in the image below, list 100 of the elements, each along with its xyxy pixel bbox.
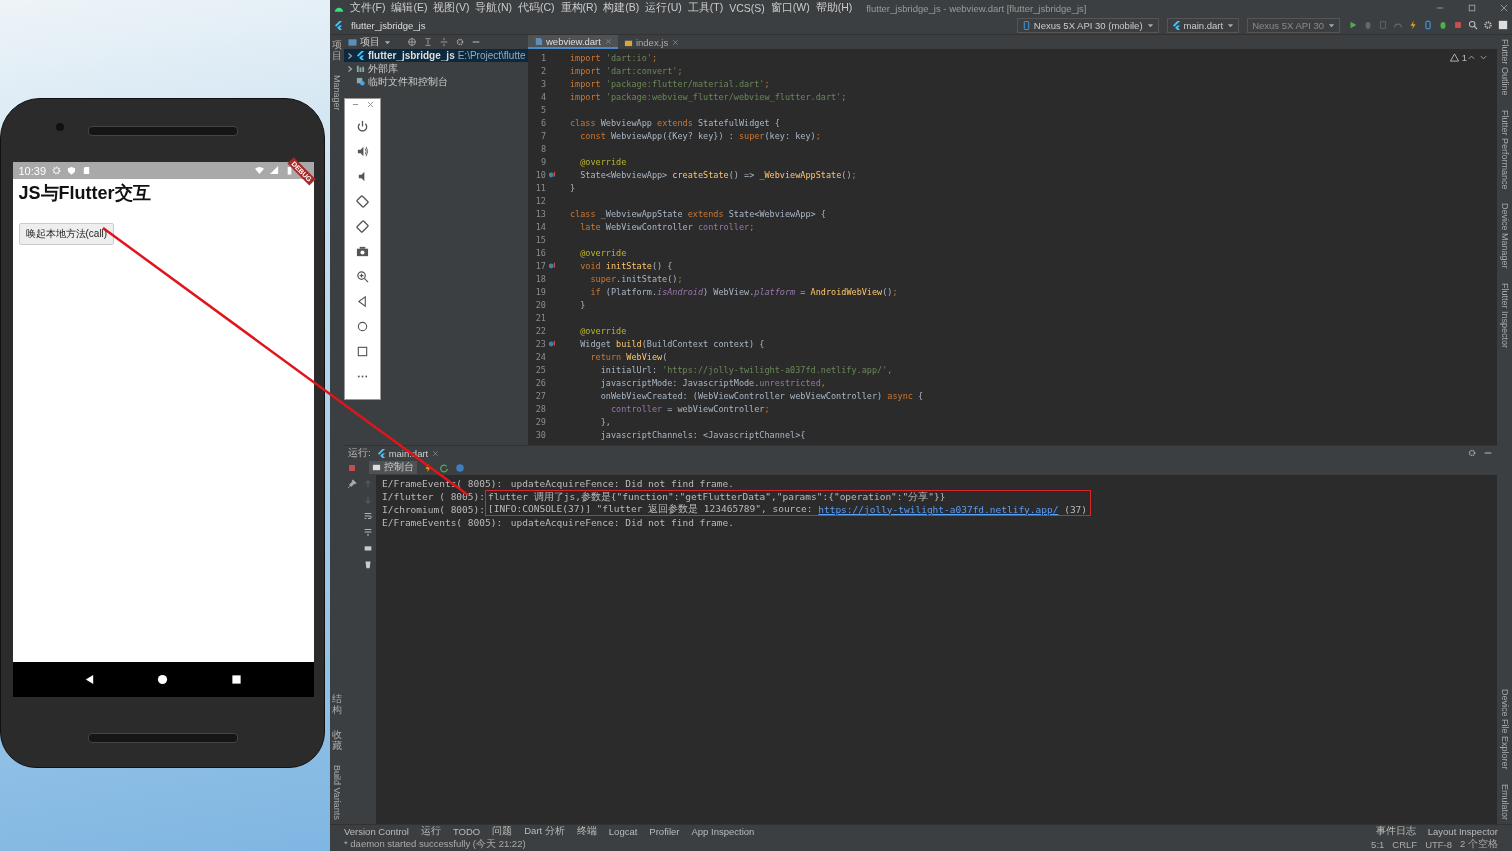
overview-icon[interactable]	[231, 674, 243, 685]
tool-window-tab[interactable]: 事件日志	[1375, 825, 1416, 838]
menu-item[interactable]: 导航(N)	[475, 1, 512, 15]
back-icon[interactable]	[83, 674, 95, 685]
search-icon[interactable]	[1468, 20, 1478, 30]
soft-wrap-icon[interactable]	[363, 511, 373, 521]
refresh-icon[interactable]	[439, 462, 449, 473]
tool-window-label[interactable]: Build Variants	[332, 765, 342, 820]
stop-icon[interactable]	[1453, 20, 1463, 30]
scroll-end-icon[interactable]	[363, 527, 373, 537]
tool-window-tab[interactable]: TODO	[452, 826, 481, 837]
tool-window-label[interactable]: Device Manager	[1499, 203, 1510, 269]
tool-window-tab[interactable]: 问题	[492, 825, 513, 838]
status-item[interactable]: UTF-8	[1425, 839, 1453, 850]
vol-up-icon[interactable]	[356, 145, 369, 158]
pin-icon[interactable]	[347, 479, 357, 489]
zoom-icon[interactable]	[356, 270, 369, 283]
inspection-widget[interactable]: 1	[1449, 52, 1491, 63]
hot-icon[interactable]	[1408, 20, 1418, 30]
menu-item[interactable]: 视图(V)	[433, 1, 470, 15]
power-icon[interactable]	[356, 120, 369, 133]
tool-window-tab[interactable]: 运行	[420, 825, 441, 838]
trash-icon[interactable]	[363, 559, 373, 569]
menu-item[interactable]: 构建(B)	[603, 1, 640, 15]
tree-item[interactable]: 外部库	[344, 62, 528, 75]
maximize-icon[interactable]	[1468, 4, 1476, 12]
settings-icon[interactable]	[1483, 20, 1493, 30]
status-item[interactable]: CRLF	[1392, 839, 1418, 850]
tool-window-tab[interactable]: Profiler	[649, 826, 680, 837]
back-icon[interactable]	[356, 295, 369, 308]
menu-item[interactable]: 代码(C)	[518, 1, 555, 15]
tool-window-tab[interactable]: Dart 分析	[524, 825, 565, 838]
home-icon[interactable]	[157, 674, 169, 685]
locate-icon[interactable]	[407, 37, 417, 47]
overview-icon[interactable]	[356, 345, 369, 358]
device-selector[interactable]: Nexus 5X API 30 (mobile)	[1016, 17, 1159, 33]
status-item[interactable]: 2 个空格	[1460, 838, 1498, 851]
editor-tab[interactable]: index.js	[617, 35, 686, 49]
code-line: import 'package:flutter/material.dart';	[570, 78, 770, 89]
close-icon[interactable]	[604, 37, 612, 45]
override-marker-icon[interactable]	[548, 170, 556, 179]
tool-window-tab[interactable]: Layout Inspector	[1427, 826, 1498, 837]
bug-icon[interactable]	[1438, 20, 1448, 30]
status-item[interactable]: 5:1	[1371, 839, 1385, 850]
menu-item[interactable]: 窗口(W)	[770, 1, 810, 15]
line-number: 20	[534, 299, 546, 310]
tool-window-label[interactable]: 项目	[332, 39, 342, 61]
run-icon[interactable]	[1348, 20, 1358, 30]
minimize-icon[interactable]	[1436, 4, 1444, 12]
close-icon[interactable]	[366, 101, 374, 108]
settings-icon[interactable]	[1467, 448, 1477, 458]
tool-window-label[interactable]: Device File Explorer	[1499, 689, 1510, 770]
expand-all-icon[interactable]	[423, 37, 433, 47]
project-name[interactable]: flutter_jsbridge_js	[351, 19, 426, 31]
menu-item[interactable]: 文件(F)	[350, 1, 386, 15]
tool-window-tab[interactable]: Logcat	[608, 826, 638, 837]
tool-window-label[interactable]: Flutter Performance	[1499, 109, 1510, 190]
call-native-button[interactable]: 唤起本地方法(call)	[18, 223, 115, 245]
lightning-icon[interactable]	[423, 462, 433, 473]
source-link[interactable]: https://jolly-twilight-a037fd.netlify.app/	[818, 503, 1059, 515]
tool-window-tab[interactable]: App Inspection	[691, 826, 755, 837]
print-icon[interactable]	[363, 543, 373, 553]
tool-window-label[interactable]: Flutter Inspector	[1499, 282, 1510, 348]
settings-icon[interactable]	[455, 37, 465, 47]
avatar-icon[interactable]	[1498, 20, 1508, 30]
tool-window-tab[interactable]: 终端	[576, 825, 597, 838]
override-marker-icon[interactable]	[548, 261, 556, 270]
log-message: [INFO:CONSOLE(37)] "flutter 返回参数是 123465789", source: https://jolly-twilight-a037fd.netlify.app/ (37)	[484, 503, 1091, 516]
menu-item[interactable]: 工具(T)	[687, 1, 724, 15]
tree-item[interactable]: flutter_jsbridge_js E:\Project\flutte	[344, 49, 528, 62]
menu-item[interactable]: 帮助(H)	[815, 1, 853, 15]
tool-window-label[interactable]: 结构	[332, 693, 342, 716]
rotate-left-icon[interactable]	[356, 195, 369, 208]
menu-item[interactable]: 编辑(E)	[391, 1, 428, 15]
globe-icon[interactable]	[455, 462, 465, 473]
tool-window-label[interactable]: Flutter Outline	[1499, 39, 1510, 96]
editor-tab[interactable]: webview.dart	[528, 35, 618, 49]
console-icon	[372, 463, 381, 472]
menu-item[interactable]: 重构(R)	[560, 1, 598, 15]
run-config-selector[interactable]: main.dart	[1166, 17, 1240, 33]
tool-window-label[interactable]: 收藏	[332, 729, 342, 752]
project-view-selector[interactable]: 项目	[348, 35, 391, 49]
camera-icon[interactable]	[356, 245, 369, 258]
close-icon[interactable]	[672, 38, 680, 46]
override-marker-icon[interactable]	[548, 339, 556, 348]
device-icon[interactable]	[1423, 20, 1433, 30]
tool-window-tab[interactable]: Version Control	[344, 826, 409, 837]
stop-icon[interactable]	[347, 462, 357, 473]
tool-window-label[interactable]: Emulator	[1499, 784, 1510, 820]
console-tab[interactable]: 控制台	[369, 461, 417, 474]
menu-item[interactable]: 运行(U)	[645, 1, 682, 15]
rotate-right-icon[interactable]	[356, 220, 369, 233]
collapse-all-icon[interactable]	[439, 37, 449, 47]
home-icon[interactable]	[356, 320, 369, 333]
close-icon[interactable]	[432, 449, 440, 457]
minimize-icon[interactable]	[351, 101, 359, 108]
tool-window-label[interactable]: Manager	[332, 75, 342, 111]
menu-item[interactable]: VCS(S)	[729, 2, 765, 14]
tree-item[interactable]: 临时文件和控制台	[344, 75, 528, 88]
close-icon[interactable]	[1500, 4, 1508, 12]
